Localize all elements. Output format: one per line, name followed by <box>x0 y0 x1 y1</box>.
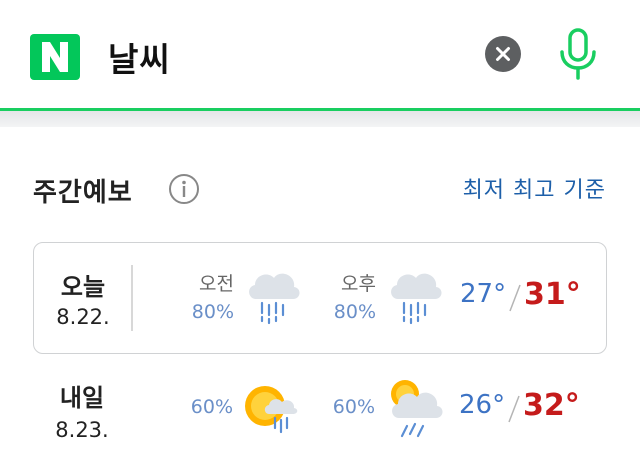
microphone-icon <box>560 28 596 80</box>
day-date: 8.23. <box>55 418 109 442</box>
section-separator <box>0 111 640 127</box>
search-input[interactable]: 날씨 <box>108 33 171 81</box>
high-temperature: 31° <box>524 277 581 312</box>
separator-slash <box>509 284 521 312</box>
low-temperature: 26° <box>459 390 506 420</box>
day-label: 오늘 8.22. <box>34 243 132 353</box>
rain-probability: 80% <box>333 301 376 323</box>
period-label: 오후 <box>341 273 376 295</box>
rain-icon <box>249 273 300 325</box>
day-label: 내일 8.23. <box>33 356 131 468</box>
high-temperature: 32° <box>523 388 580 423</box>
rain-probability: 60% <box>332 396 375 418</box>
period-label: 오전 <box>199 273 234 295</box>
morning-forecast: 오전 80% <box>174 243 304 353</box>
temperature-range: 26° 32° <box>459 356 607 468</box>
thunder-rain-icon <box>391 380 443 438</box>
day-name: 내일 <box>59 384 105 412</box>
afternoon-forecast: 60% <box>315 356 445 468</box>
info-icon[interactable] <box>168 173 200 205</box>
day-name: 오늘 <box>60 273 106 301</box>
search-bar: 날씨 <box>0 0 640 111</box>
morning-forecast: 60% <box>173 356 303 468</box>
close-icon <box>496 47 510 61</box>
naver-logo[interactable] <box>30 34 80 80</box>
rain-icon <box>391 273 442 325</box>
rain-probability: 60% <box>190 396 233 418</box>
temperature-range: 27° 31° <box>460 243 608 353</box>
clear-search-button[interactable] <box>485 36 521 72</box>
sort-toggle-link[interactable]: 최저 최고 기준 <box>463 172 606 204</box>
day-date: 8.22. <box>56 305 110 329</box>
low-temperature: 27° <box>460 279 507 309</box>
forecast-row-today[interactable]: 오늘 8.22. 오전 80% 오후 80% 27° 31° <box>33 242 607 354</box>
separator-slash <box>508 395 520 423</box>
divider <box>131 265 133 331</box>
voice-search-button[interactable] <box>556 28 600 82</box>
rain-probability: 80% <box>191 301 234 323</box>
weekly-forecast-title: 주간예보 <box>33 178 133 208</box>
afternoon-forecast: 오후 80% <box>316 243 446 353</box>
forecast-row-tomorrow[interactable]: 내일 8.23. 60% 60% 26° 32° <box>33 356 607 468</box>
sun-shower-icon <box>245 386 298 434</box>
